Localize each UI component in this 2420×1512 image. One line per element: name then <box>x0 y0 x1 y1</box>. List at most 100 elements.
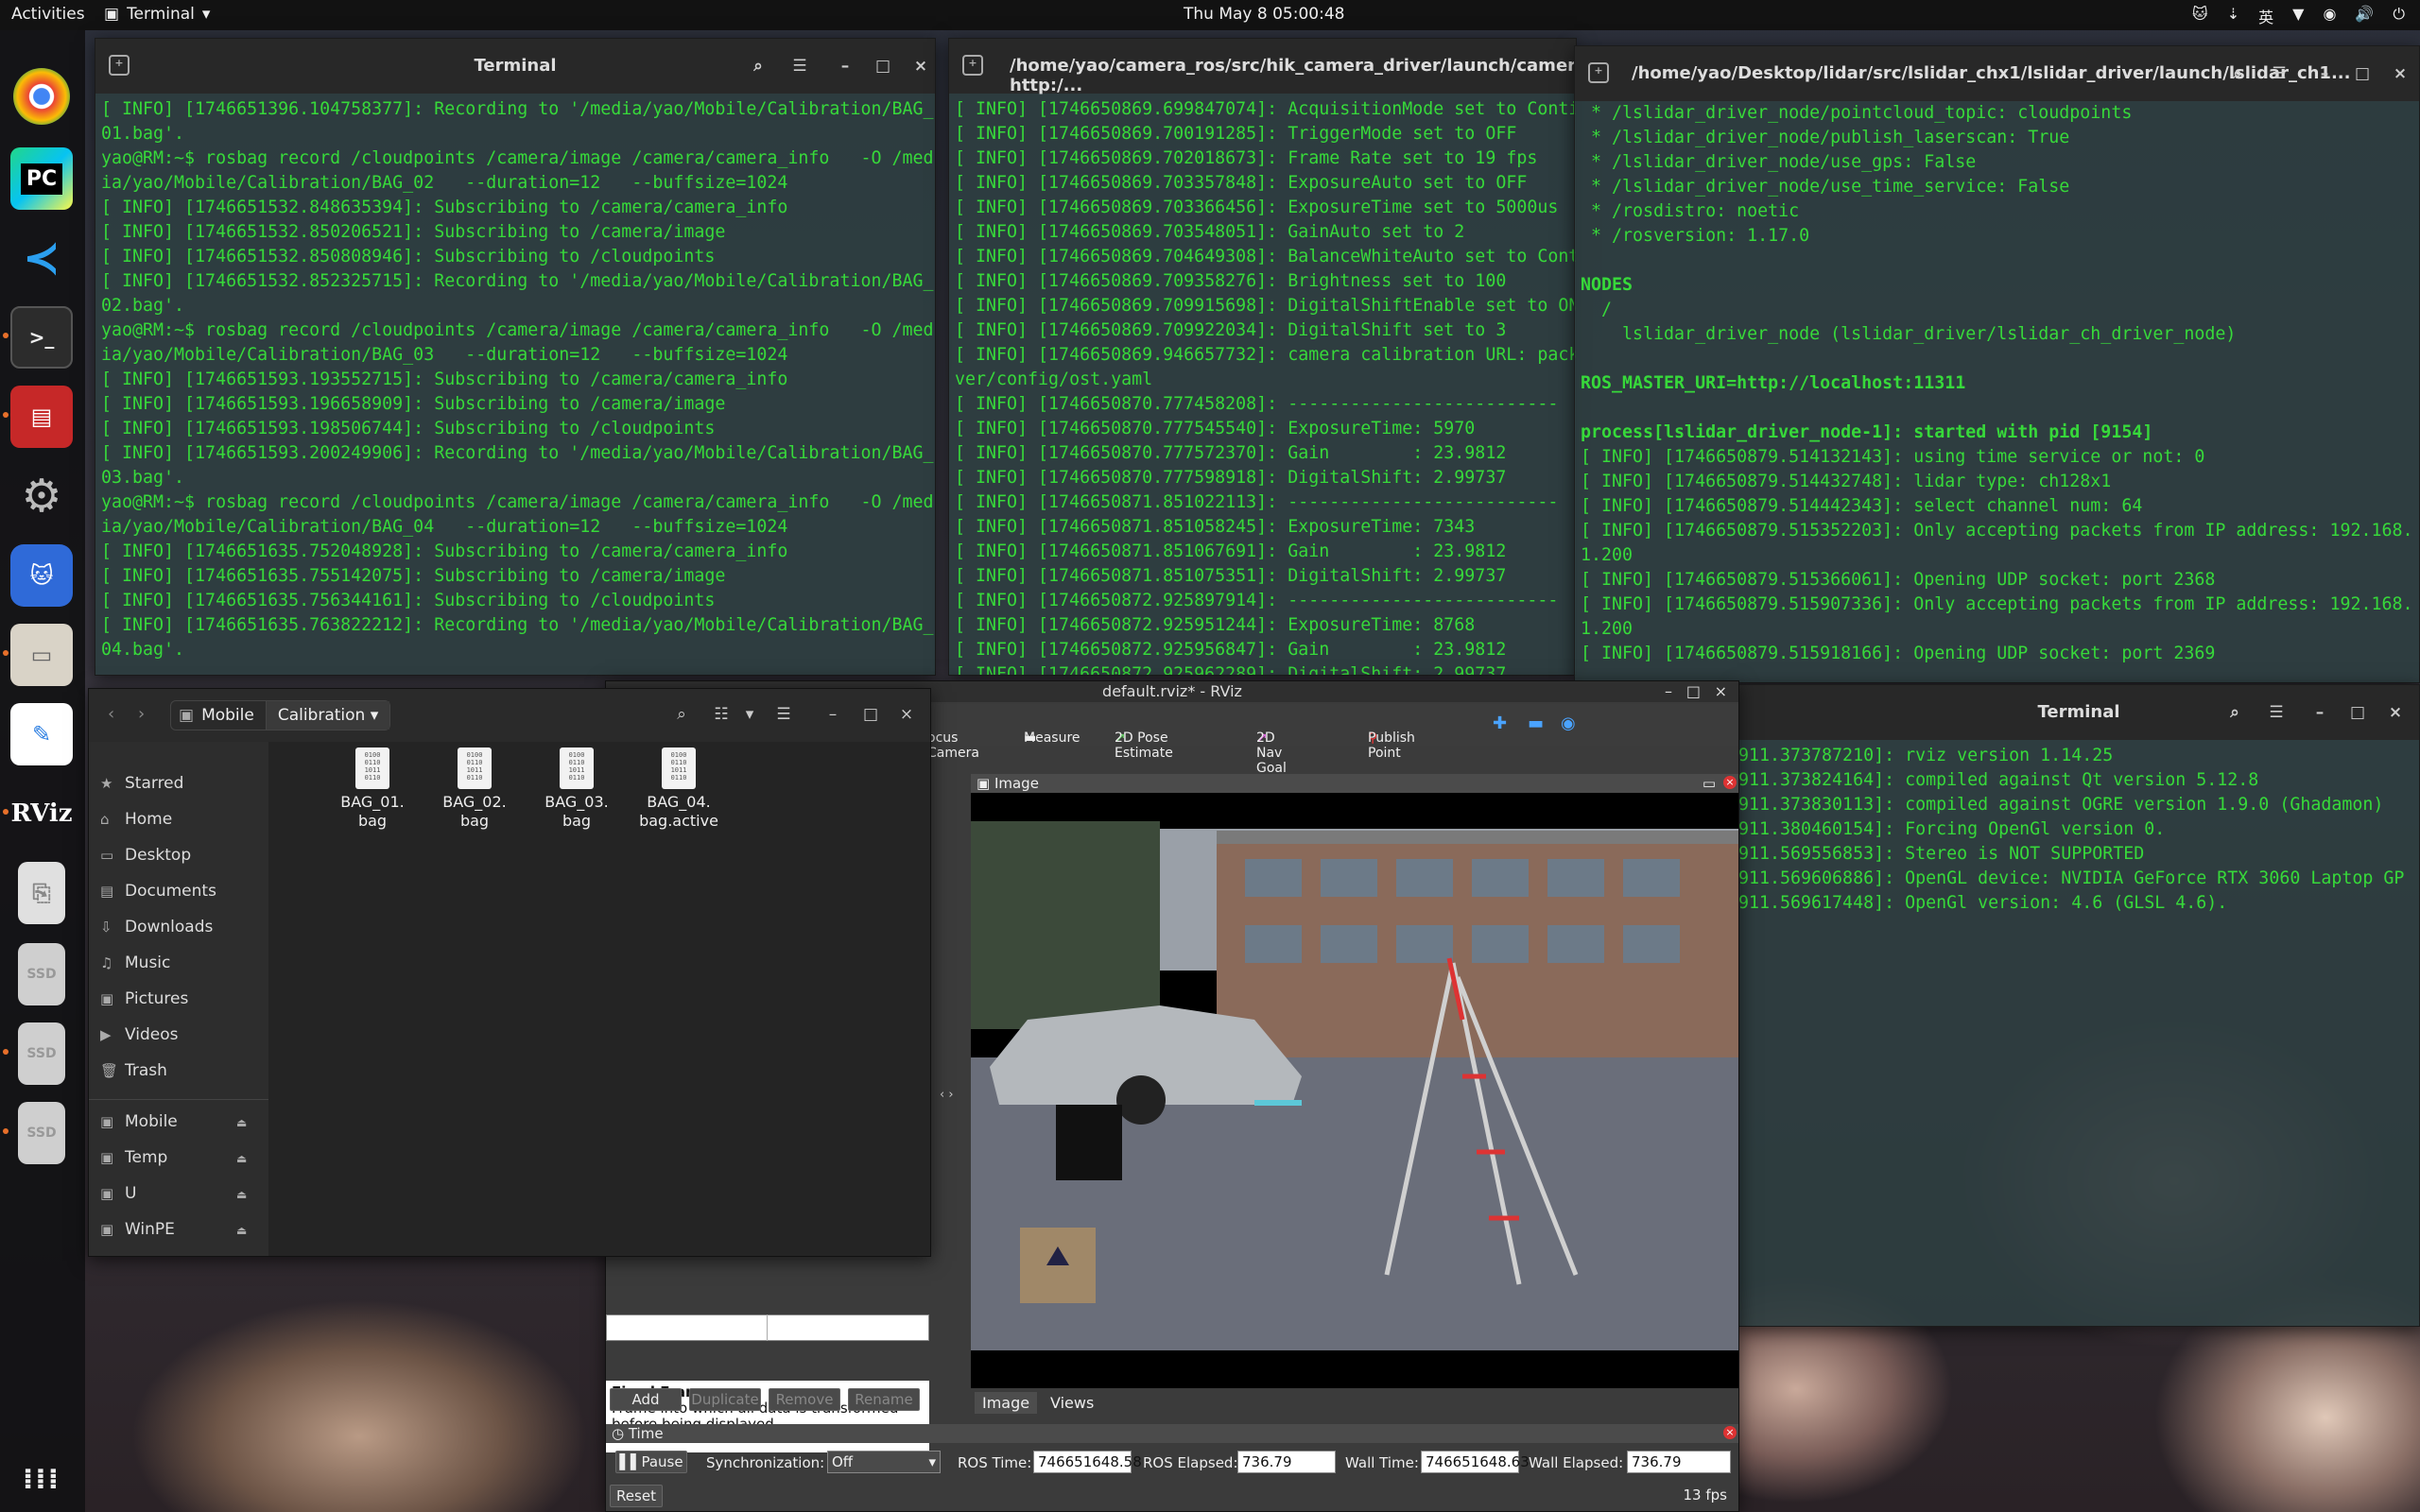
eject-icon[interactable]: ⏏ <box>236 1152 247 1165</box>
remove-tool-icon[interactable]: ▬ <box>1528 713 1544 733</box>
text-editor-icon[interactable]: ✎ <box>10 703 73 765</box>
sidebar-item-trash[interactable]: 🗑 Trash <box>100 1061 167 1080</box>
sidebar-item-music[interactable]: ♫ Music <box>100 954 170 972</box>
eject-icon[interactable]: ⏏ <box>236 1188 247 1201</box>
tray-icon[interactable]: 🔊 <box>2355 5 2374 27</box>
ssd-drive-icon[interactable]: SSD <box>18 1022 65 1085</box>
search-icon[interactable]: ⌕ <box>2221 698 2249 727</box>
breadcrumb-mobile[interactable]: Mobile <box>201 706 266 725</box>
hamburger-menu-icon[interactable]: ☰ <box>769 700 798 729</box>
eject-icon[interactable]: ⏏ <box>236 1116 247 1129</box>
hamburger-menu-icon[interactable]: ☰ <box>2265 60 2293 88</box>
app-menu[interactable]: ▣ Terminal ▾ <box>104 5 210 24</box>
breadcrumb-calibration[interactable]: Calibration ▾ <box>265 701 390 730</box>
usb-drive-icon[interactable]: ⎘ <box>18 862 65 924</box>
duplicate-button[interactable]: Duplicate <box>689 1388 761 1411</box>
hamburger-menu-icon[interactable]: ☰ <box>2262 698 2290 727</box>
add-tool-icon[interactable]: ✚ <box>1493 713 1507 733</box>
files-icon[interactable]: ▭ <box>10 624 73 686</box>
files-window[interactable]: ‹ › ▣ Mobile Calibration ▾ ⌕ ☷ ▾ ☰ – □ ×… <box>88 688 931 1257</box>
ros-time-field[interactable]: 746651648.58 <box>1033 1451 1142 1473</box>
sync-dropdown[interactable]: Off ▾ <box>827 1451 941 1473</box>
chrome-icon[interactable] <box>13 68 70 125</box>
close-icon[interactable]: × <box>892 700 921 729</box>
close-icon[interactable]: × <box>2386 60 2414 88</box>
sidebar-device-temp[interactable]: ▣ Temp <box>100 1148 167 1167</box>
cat-app-icon[interactable]: 🐱 <box>10 544 73 607</box>
sidebar-device-winpe[interactable]: ▣ WinPE <box>100 1220 175 1239</box>
activities-button[interactable]: Activities <box>11 5 85 24</box>
tray-icon[interactable]: 🐱 <box>2192 5 2208 27</box>
sidebar-item-home[interactable]: ⌂ Home <box>100 810 172 829</box>
search-icon[interactable]: ⌕ <box>2223 60 2252 88</box>
tool-properties-icon[interactable]: ◉ <box>1561 713 1576 733</box>
terminal-2-output[interactable]: [ INFO] [1746650869.699847074]: Acquisit… <box>949 94 1576 675</box>
back-icon[interactable]: ‹ <box>108 704 114 724</box>
red-app-icon[interactable]: ▤ <box>10 386 73 448</box>
sidebar-item-pictures[interactable]: ▣ Pictures <box>100 989 188 1008</box>
pycharm-icon[interactable]: PC <box>10 147 73 210</box>
maximize-icon[interactable]: □ <box>1686 681 1701 702</box>
settings-icon[interactable]: ⚙ <box>10 465 73 527</box>
terminal-window-2[interactable]: + /home/yao/camera_ros/src/hik_camera_dr… <box>948 38 1577 676</box>
add-button[interactable]: Add <box>610 1388 682 1411</box>
tray-icon[interactable]: ⇣ <box>2227 5 2239 27</box>
terminal-1-header[interactable]: + Terminal ⌕ ☰ – □ × <box>95 39 935 94</box>
files-header[interactable]: ‹ › ▣ Mobile Calibration ▾ ⌕ ☷ ▾ ☰ – □ × <box>89 689 930 742</box>
properties-row[interactable] <box>606 1314 929 1341</box>
image-panel-header[interactable]: ▣ Image ▭ × <box>971 774 1738 793</box>
file-item[interactable]: 0100 0110 1011 0110 BAG_02. bag <box>427 747 522 831</box>
ssd-drive-icon[interactable]: SSD <box>18 943 65 1005</box>
close-icon[interactable]: × <box>1723 776 1737 789</box>
tray-icon[interactable]: ▼ <box>2292 5 2304 27</box>
ssd-drive-icon[interactable]: SSD <box>18 1102 65 1164</box>
pause-button[interactable]: ▌▌Pause <box>615 1451 687 1473</box>
new-tab-icon[interactable]: + <box>962 55 983 76</box>
minimize-icon[interactable]: – <box>831 52 859 80</box>
file-item[interactable]: 0100 0110 1011 0110 BAG_04. bag.active <box>631 747 726 831</box>
tray-icon[interactable]: ◉ <box>2323 5 2336 27</box>
sidebar-item-documents[interactable]: ▤ Documents <box>100 882 216 901</box>
undock-icon[interactable]: ▭ <box>1703 774 1716 793</box>
terminal-4-header[interactable]: Terminal ⌕ ☰ – □ × <box>1738 685 2419 740</box>
maximize-icon[interactable]: □ <box>2343 698 2372 727</box>
terminal-icon[interactable]: >_ <box>10 306 73 369</box>
list-view-icon[interactable]: ☷ <box>707 700 735 729</box>
minimize-icon[interactable]: – <box>1665 681 1672 702</box>
sidebar-device-u[interactable]: ▣ U <box>100 1184 136 1203</box>
new-tab-icon[interactable]: + <box>109 55 130 76</box>
system-tray[interactable]: 🐱 ⇣ 英 ▼ ◉ 🔊 ⏻ <box>2192 5 2405 27</box>
sidebar-item-starred[interactable]: ★ Starred <box>100 774 183 793</box>
search-icon[interactable]: ⌕ <box>744 52 772 80</box>
tab-image[interactable]: Image <box>975 1392 1038 1414</box>
wall-elapsed-field[interactable]: 736.79 <box>1627 1451 1731 1473</box>
reset-button[interactable]: Reset <box>610 1485 663 1507</box>
close-icon[interactable]: × <box>907 52 935 80</box>
sidebar-item-videos[interactable]: ▶ Videos <box>100 1025 179 1044</box>
terminal-3-output[interactable]: * /lslidar_driver_node/pointcloud_topic:… <box>1575 101 2419 670</box>
vscode-icon[interactable]: ≺ <box>10 227 73 289</box>
minimize-icon[interactable]: – <box>819 700 847 729</box>
rviz-icon[interactable]: RViz <box>10 782 73 845</box>
sidebar-device-mobile[interactable]: ▣ Mobile <box>100 1112 178 1131</box>
terminal-window-3[interactable]: + /home/yao/Desktop/lidar/src/lslidar_ch… <box>1574 45 2420 683</box>
time-panel-header[interactable]: ◷ Time × <box>606 1424 1738 1443</box>
maximize-icon[interactable]: □ <box>869 52 897 80</box>
search-icon[interactable]: ⌕ <box>667 700 696 729</box>
tray-icon[interactable]: ⏻ <box>2393 5 2405 27</box>
clock[interactable]: Thu May 8 05:00:48 <box>1184 5 1344 24</box>
terminal-window-4[interactable]: Terminal ⌕ ☰ – □ × 911.373787210]: rviz … <box>1737 684 2420 1327</box>
sidebar-item-desktop[interactable]: ▭ Desktop <box>100 846 191 865</box>
rename-button[interactable]: Rename <box>848 1388 920 1411</box>
tab-views[interactable]: Views <box>1043 1392 1101 1414</box>
close-icon[interactable]: × <box>1715 681 1727 702</box>
close-icon[interactable]: × <box>1723 1426 1737 1439</box>
camera-image-view[interactable] <box>971 793 1738 1388</box>
file-item[interactable]: 0100 0110 1011 0110 BAG_01. bag <box>325 747 420 831</box>
terminal-3-header[interactable]: + /home/yao/Desktop/lidar/src/lslidar_ch… <box>1575 46 2419 101</box>
forward-icon[interactable]: › <box>138 704 145 724</box>
sidebar-item-downloads[interactable]: ⇩ Downloads <box>100 918 213 936</box>
maximize-icon[interactable]: □ <box>856 700 885 729</box>
terminal-window-1[interactable]: + Terminal ⌕ ☰ – □ × [ INFO] [1746651396… <box>95 38 936 676</box>
close-icon[interactable]: × <box>2381 698 2410 727</box>
